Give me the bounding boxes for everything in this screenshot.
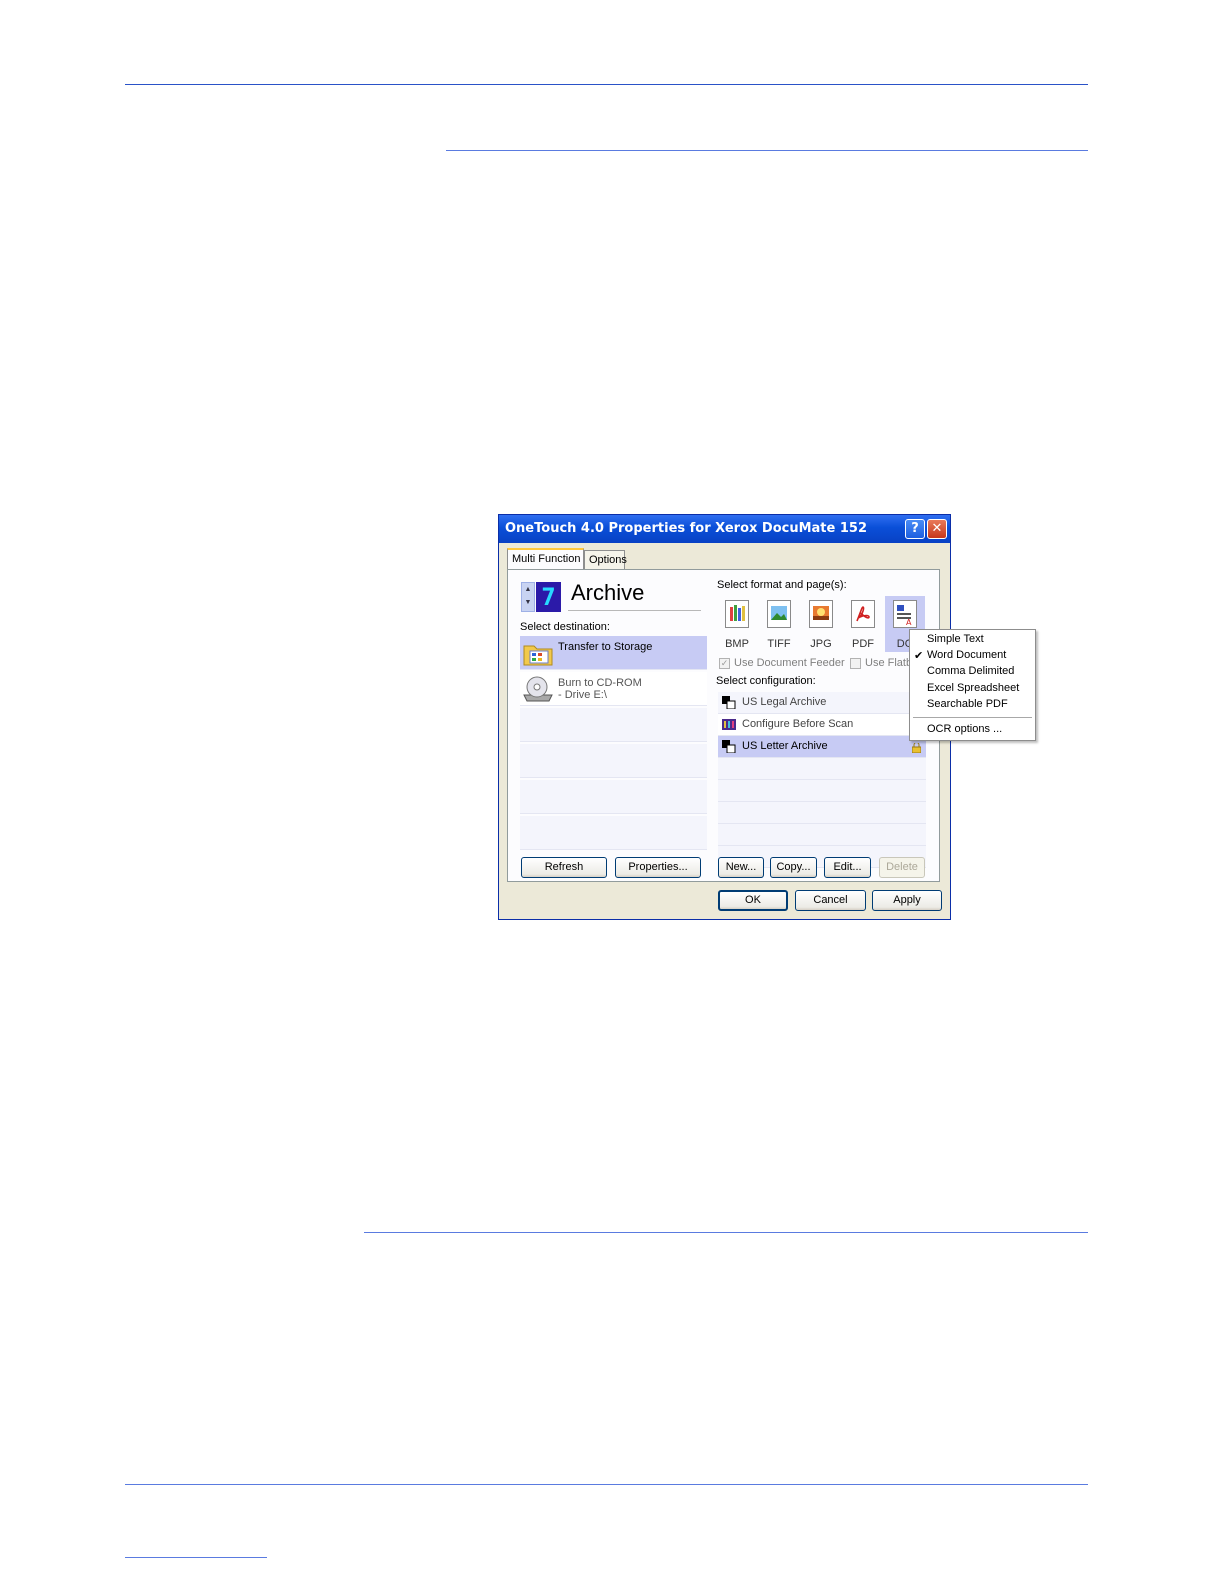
- folder-icon: [523, 645, 553, 666]
- pdf-icon: [851, 600, 875, 628]
- select-format-label: Select format and page(s):: [717, 579, 847, 591]
- destination-empty-row: [520, 708, 707, 742]
- help-button[interactable]: ?: [905, 519, 925, 539]
- section-rule-top: [446, 150, 1088, 151]
- button-name: Archive: [571, 580, 645, 605]
- configuration-empty-row: [718, 802, 926, 824]
- destination-label: Transfer to Storage: [558, 641, 652, 653]
- format-jpg[interactable]: JPG: [801, 596, 841, 652]
- button-number-display: 7: [536, 582, 561, 612]
- menu-separator: [913, 717, 1032, 718]
- copy-button[interactable]: Copy...: [770, 857, 817, 878]
- window-title: OneTouch 4.0 Properties for Xerox DocuMa…: [505, 521, 868, 536]
- title-bar[interactable]: OneTouch 4.0 Properties for Xerox DocuMa…: [499, 515, 950, 543]
- menu-item-excel-spreadsheet[interactable]: Excel Spreadsheet: [927, 682, 1019, 694]
- format-pdf[interactable]: PDF: [843, 596, 883, 652]
- edit-button[interactable]: Edit...: [824, 857, 871, 878]
- menu-item-ocr-options[interactable]: OCR options ...: [927, 723, 1002, 735]
- configuration-item-us-letter-archive[interactable]: US Letter Archive: [718, 736, 926, 758]
- destination-item-transfer-to-storage[interactable]: Transfer to Storage: [520, 636, 707, 670]
- destination-empty-row: [520, 780, 707, 814]
- destination-item-burn-to-cd[interactable]: Burn to CD-ROM - Drive E:\: [520, 672, 707, 706]
- menu-item-searchable-pdf[interactable]: Searchable PDF: [927, 698, 1008, 710]
- use-document-feeder-checkbox[interactable]: ✓: [719, 658, 730, 669]
- menu-item-simple-text[interactable]: Simple Text: [927, 633, 984, 645]
- new-button[interactable]: New...: [718, 857, 764, 878]
- format-label: JPG: [810, 638, 832, 650]
- cancel-button[interactable]: Cancel: [795, 890, 866, 911]
- button-name-underline: [568, 610, 701, 611]
- button-spinner[interactable]: ▲ ▼: [521, 582, 535, 612]
- destination-line1: Transfer to Storage: [558, 641, 653, 653]
- footer-link-underline: [125, 1557, 267, 1558]
- menu-item-comma-delimited[interactable]: Comma Delimited: [927, 665, 1014, 677]
- tab-options[interactable]: Options: [584, 550, 627, 569]
- close-button[interactable]: ✕: [927, 519, 947, 539]
- doc-format-context-menu: Simple Text ✔ Word Document Comma Delimi…: [909, 629, 1036, 741]
- tab-multi-function[interactable]: Multi Function: [507, 548, 584, 569]
- properties-button[interactable]: Properties...: [615, 857, 701, 878]
- configuration-empty-row: [718, 780, 926, 802]
- destination-empty-row: [520, 816, 707, 850]
- svg-text:A: A: [906, 618, 912, 627]
- use-document-feeder-label: Use Document Feeder: [734, 657, 845, 669]
- jpg-icon: [809, 600, 833, 628]
- lock-icon: [912, 743, 921, 753]
- section-rule-bottom: [364, 1232, 1088, 1233]
- bmp-icon: [725, 600, 749, 628]
- doc-icon: A: [893, 600, 917, 628]
- cd-drive-icon: [523, 676, 553, 702]
- menu-item-word-document[interactable]: Word Document: [927, 649, 1006, 661]
- format-tiff[interactable]: TIFF: [759, 596, 799, 652]
- destination-empty-row: [520, 744, 707, 778]
- scanner-settings-icon: [722, 696, 736, 709]
- configuration-label: US Letter Archive: [742, 740, 828, 752]
- configure-icon: [722, 719, 736, 730]
- configuration-empty-row: [718, 758, 926, 780]
- use-flatbed-checkbox[interactable]: [850, 658, 861, 669]
- format-label: BMP: [725, 638, 749, 650]
- format-label: TIFF: [767, 638, 791, 650]
- apply-button[interactable]: Apply: [872, 890, 942, 911]
- header-rule: [125, 84, 1088, 85]
- destination-line1: Burn to CD-ROM: [558, 677, 642, 689]
- ok-button[interactable]: OK: [718, 890, 788, 911]
- format-bmp[interactable]: BMP: [717, 596, 757, 652]
- destination-line2: - Drive E:\: [558, 689, 607, 701]
- format-label: PDF: [852, 638, 874, 650]
- scanner-settings-icon: [722, 740, 736, 753]
- delete-button[interactable]: Delete: [879, 857, 925, 878]
- multi-function-panel: ▲ ▼ 7 Archive Select destination: Transf…: [507, 569, 940, 882]
- configuration-empty-row: [718, 824, 926, 846]
- configuration-item-configure-before-scan[interactable]: Configure Before Scan: [718, 714, 926, 736]
- destination-label: Burn to CD-ROM - Drive E:\: [558, 677, 642, 701]
- configuration-label: US Legal Archive: [742, 696, 827, 708]
- properties-dialog: OneTouch 4.0 Properties for Xerox DocuMa…: [498, 514, 951, 920]
- refresh-button[interactable]: Refresh: [521, 857, 607, 878]
- spin-down-icon[interactable]: ▼: [522, 596, 534, 609]
- checkmark-icon: ✔: [914, 649, 924, 662]
- configuration-item-us-legal-archive[interactable]: US Legal Archive: [718, 692, 926, 714]
- footer-rule: [125, 1484, 1088, 1485]
- spin-up-icon[interactable]: ▲: [522, 583, 534, 596]
- tiff-icon: [767, 600, 791, 628]
- select-configuration-label: Select configuration:: [716, 675, 816, 687]
- select-destination-label: Select destination:: [520, 621, 610, 633]
- configuration-label: Configure Before Scan: [742, 718, 854, 730]
- use-flatbed-label: Use Flatb: [865, 657, 913, 669]
